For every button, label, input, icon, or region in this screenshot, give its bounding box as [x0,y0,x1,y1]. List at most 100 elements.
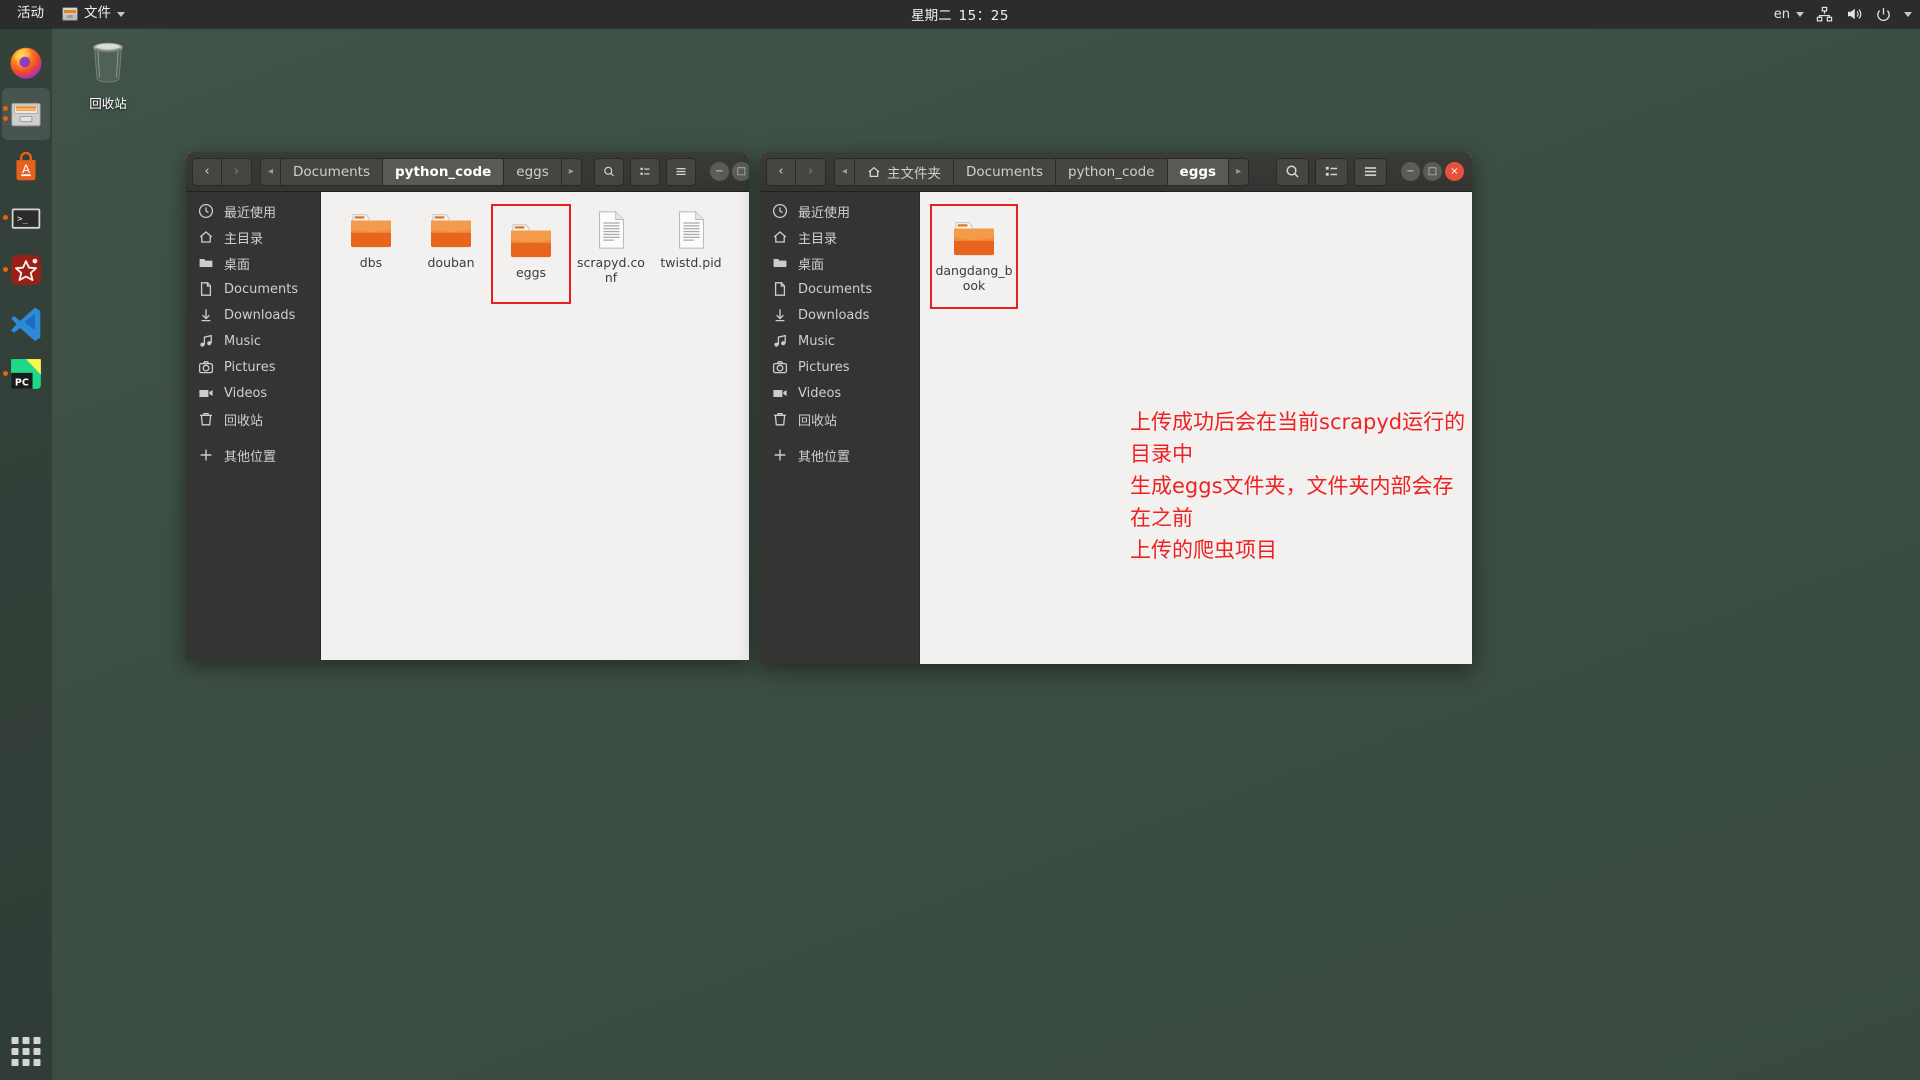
folder-icon [351,214,391,248]
file-grid[interactable]: dbs douban eggs scrapyd.conf twistd.pid [321,192,749,660]
window-body: 最近使用 主目录 桌面 Documents Downloads Music Pi… [186,192,749,660]
menu-button[interactable] [1354,157,1387,186]
dock-item-files[interactable] [2,88,50,140]
app-menu-label: 文件 [84,5,111,22]
sidebar-item-pictures[interactable]: Pictures [186,354,320,380]
sidebar-item-desktop[interactable]: 桌面 [760,250,919,276]
sidebar-item-label: Videos [224,385,268,401]
file-manager-window-right[interactable]: ‹ › ◂ 主文件夹 Documents python_code eggs ▸ [760,152,1472,664]
activities-button[interactable]: 活动 [8,3,53,25]
sidebar-item-home[interactable]: 主目录 [760,224,919,250]
sidebar-item-music[interactable]: Music [186,328,320,354]
dock-item-pycharm[interactable]: PC [2,348,50,400]
sidebar-separator [186,432,320,442]
breadcrumb-next-button[interactable]: ▸ [1229,157,1250,186]
sidebar-item-trash[interactable]: 回收站 [186,406,320,432]
sidebar-item-label: 主目录 [798,231,838,247]
music-icon [772,333,788,349]
view-list-icon [1325,166,1338,176]
show-applications-button[interactable] [11,1037,41,1066]
activities-label: 活动 [17,5,44,22]
close-button[interactable]: × [1445,162,1464,181]
breadcrumb-item-eggs[interactable]: eggs [1167,157,1230,186]
back-button[interactable]: ‹ [192,157,222,186]
view-toggle-button[interactable] [1315,157,1348,186]
window-body: 最近使用 主目录 桌面 Documents Downloads Music Pi… [760,192,1472,664]
breadcrumb-item-python_code[interactable]: python_code [383,157,505,186]
keyboard-layout-button[interactable]: en [1774,7,1804,22]
file-item-folder-selected[interactable]: dangdang_book [930,204,1018,309]
sidebar-item-trash[interactable]: 回收站 [760,406,919,432]
breadcrumb-next-button[interactable]: ▸ [561,157,582,186]
chevron-down-icon[interactable] [1904,11,1912,17]
sidebar-item-label: 最近使用 [224,205,277,221]
breadcrumb-item-home[interactable]: 主文件夹 [855,157,955,186]
search-icon [1286,165,1299,178]
sidebar-item-downloads[interactable]: Downloads [760,302,919,328]
sidebar-item-label: Documents [798,281,873,297]
breadcrumb-prev-button[interactable]: ◂ [834,157,856,186]
file-grid[interactable]: dangdang_book 上传成功后会在当前scrapyd运行的目录中 生成e… [920,192,1472,664]
volume-icon[interactable] [1845,5,1863,23]
forward-button[interactable]: › [796,157,826,186]
sidebar-item-videos[interactable]: Videos [760,380,919,406]
menu-button[interactable] [665,157,696,186]
dock-item-ubuntu-software[interactable]: A [2,140,50,192]
view-toggle-button[interactable] [629,157,660,186]
breadcrumb-item-eggs[interactable]: eggs [504,157,562,186]
sidebar-item-label: 桌面 [224,257,251,273]
forward-button[interactable]: › [222,157,252,186]
dock-item-terminal[interactable]: >_ [2,192,50,244]
sidebar-item-downloads[interactable]: Downloads [186,302,320,328]
window-controls: − □ × [709,162,749,181]
trash-icon [198,411,214,427]
camera-icon [198,359,214,375]
file-item-label: eggs [515,265,547,280]
breadcrumb-item-python_code[interactable]: python_code [1056,157,1168,186]
clock-button[interactable]: 星期二 15：25 [911,4,1009,24]
search-button[interactable] [1276,157,1309,186]
sidebar-separator [760,432,919,442]
dock-item-vscode[interactable] [2,296,50,348]
network-icon[interactable] [1816,6,1833,23]
breadcrumb-prev-button[interactable]: ◂ [260,157,282,186]
file-item-text-file[interactable]: twistd.pid [653,206,729,302]
file-item-folder[interactable]: dbs [333,206,409,302]
file-item-label: scrapyd.conf [577,255,645,285]
maximize-button[interactable]: □ [731,162,749,181]
sidebar-item-recent[interactable]: 最近使用 [760,198,919,224]
dock-item-firefox[interactable] [2,36,50,88]
sidebar-item-videos[interactable]: Videos [186,380,320,406]
sidebar-item-pictures[interactable]: Pictures [760,354,919,380]
sidebar-item-other-locations[interactable]: 其他位置 [760,442,919,468]
dock-item-shotwell[interactable] [2,244,50,296]
grid-dot [11,1059,19,1066]
breadcrumb-item-documents[interactable]: Documents [281,157,384,186]
minimize-button[interactable]: − [1401,162,1420,181]
running-indicator [3,267,8,272]
sidebar-item-documents[interactable]: Documents [760,276,919,302]
minimize-button[interactable]: − [709,162,729,181]
sidebar-item-recent[interactable]: 最近使用 [186,198,320,224]
file-manager-window-left[interactable]: ‹ › ◂ Documents python_code eggs ▸ − □ 最… [186,152,749,660]
sidebar-item-documents[interactable]: Documents [186,276,320,302]
files-icon [62,7,78,21]
search-button[interactable] [593,157,624,186]
app-menu-button[interactable]: 文件 [53,3,134,25]
file-item-folder-selected[interactable]: eggs [491,204,571,304]
breadcrumb-item-documents[interactable]: Documents [954,157,1057,186]
file-item-label: dangdang_book [935,263,1013,293]
power-icon[interactable] [1875,6,1892,23]
maximize-button[interactable]: □ [1423,162,1442,181]
desktop-icon-trash[interactable]: 回收站 [63,34,153,112]
sidebar-item-desktop[interactable]: 桌面 [186,250,320,276]
grid-dot [11,1048,19,1055]
grid-dot [33,1037,41,1044]
folder-icon [198,255,214,271]
file-item-text-file[interactable]: scrapyd.conf [573,206,649,302]
sidebar-item-home[interactable]: 主目录 [186,224,320,250]
sidebar-item-other-locations[interactable]: 其他位置 [186,442,320,468]
sidebar-item-music[interactable]: Music [760,328,919,354]
file-item-folder[interactable]: douban [413,206,489,302]
back-button[interactable]: ‹ [766,157,796,186]
